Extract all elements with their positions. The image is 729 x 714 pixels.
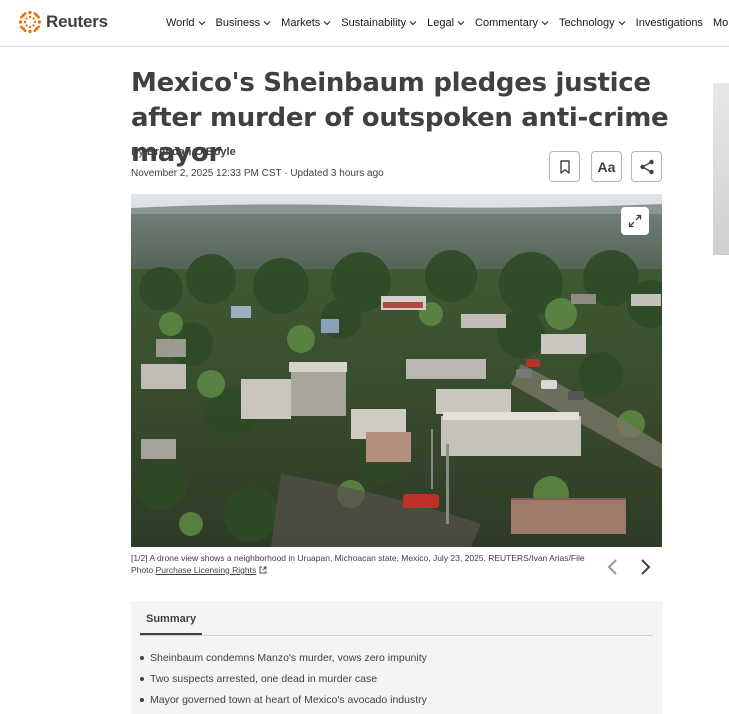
chevron-down-icon — [198, 21, 205, 26]
bullet-icon — [140, 676, 144, 681]
gallery-counter: [1/2] — [131, 553, 148, 563]
nav-item-legal[interactable]: Legal — [427, 17, 465, 29]
bullet-icon — [140, 697, 144, 702]
nav-item-sustainability[interactable]: Sustainability — [341, 17, 417, 29]
nav-item-more[interactable]: More — [713, 17, 729, 29]
summary-list: Sheinbaum condemns Manzo's murder, vows … — [140, 647, 427, 710]
chevron-down-icon — [618, 21, 626, 26]
chevron-right-icon — [641, 559, 651, 575]
nav-label: Markets — [281, 17, 321, 29]
summary-point-text: Two suspects arrested, one dead in murde… — [150, 672, 378, 685]
text-size-label: Aa — [597, 158, 616, 175]
summary-point: Mayor governed town at heart of Mexico's… — [140, 689, 427, 710]
next-image-button[interactable] — [636, 557, 656, 577]
next-slide-peek[interactable] — [713, 83, 729, 255]
nav-label: Business — [215, 17, 261, 29]
share-icon — [639, 159, 654, 174]
summary-point: Two suspects arrested, one dead in murde… — [140, 668, 427, 689]
chevron-down-icon — [263, 21, 271, 26]
previous-image-button[interactable] — [602, 557, 622, 577]
byline: By Brendan O'Boyle — [131, 146, 236, 158]
nav-item-world[interactable]: World — [166, 17, 206, 29]
bookmark-button[interactable] — [549, 151, 580, 182]
nav-item-business[interactable]: Business — [216, 17, 272, 29]
summary-tab-indicator — [140, 633, 202, 635]
expand-icon — [628, 214, 642, 228]
summary-divider — [140, 635, 653, 636]
summary-box: Summary Sheinbaum condemns Manzo's murde… — [131, 601, 662, 714]
photo-caption: [1/2] A drone view shows a neighborhood … — [131, 552, 591, 576]
nav-item-investigations[interactable]: Investigations — [636, 17, 703, 29]
site-header: Reuters World Business Markets Sustainab… — [0, 0, 729, 47]
dateline: November 2, 2025 12:33 PM CST · Updated … — [131, 168, 384, 179]
nav-item-technology[interactable]: Technology — [559, 17, 626, 29]
expand-image-button[interactable] — [621, 207, 649, 235]
logo-wordmark: Reuters — [46, 12, 108, 31]
nav-label: Technology — [559, 17, 615, 29]
article-photo[interactable] — [131, 194, 662, 547]
nav-item-commentary[interactable]: Commentary — [475, 17, 549, 29]
text-size-button[interactable]: Aa — [591, 151, 622, 182]
bookmark-icon — [559, 159, 570, 174]
external-link-icon — [259, 566, 267, 574]
nav-label: Commentary — [475, 17, 539, 29]
nav-label: More — [712, 17, 729, 29]
main-nav: World Business Markets Sustainability Le… — [166, 17, 729, 29]
reuters-logo-icon — [18, 10, 42, 34]
chevron-left-icon — [607, 559, 617, 575]
summary-tab[interactable]: Summary — [146, 613, 196, 625]
drone-photo-image — [131, 194, 662, 547]
chevron-down-icon — [409, 21, 417, 26]
nav-label: Legal — [427, 17, 455, 29]
summary-point-text: Sheinbaum condemns Manzo's murder, vows … — [150, 651, 427, 664]
nav-item-markets[interactable]: Markets — [281, 17, 331, 29]
nav-label: World — [166, 17, 195, 29]
reuters-logo[interactable]: Reuters — [18, 10, 108, 34]
author-link[interactable]: Brendan O'Boyle — [147, 146, 236, 158]
chevron-down-icon — [541, 21, 549, 26]
bullet-icon — [140, 655, 144, 660]
summary-point: Sheinbaum condemns Manzo's murder, vows … — [140, 647, 427, 668]
byline-prefix: By — [131, 146, 144, 158]
summary-point-text: Mayor governed town at heart of Mexico's… — [150, 693, 427, 706]
share-button[interactable] — [631, 151, 662, 182]
licensing-link[interactable]: Purchase Licensing Rights — [156, 565, 257, 575]
nav-label: Investigations — [635, 17, 703, 29]
chevron-down-icon — [323, 21, 331, 26]
nav-label: Sustainability — [341, 17, 407, 29]
chevron-down-icon — [457, 21, 465, 26]
